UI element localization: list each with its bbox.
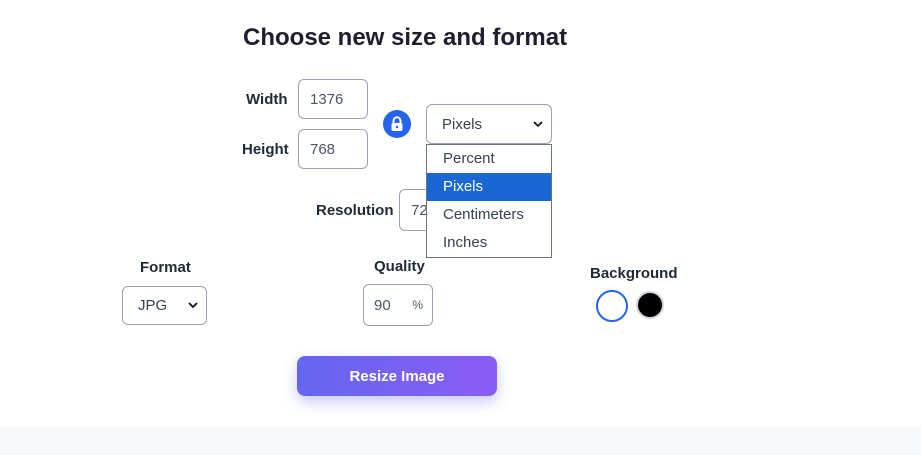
quality-unit: % — [412, 298, 423, 312]
aspect-lock-toggle[interactable] — [383, 110, 411, 138]
width-label: Width — [246, 91, 288, 108]
background-swatch-black[interactable] — [636, 291, 664, 319]
height-input[interactable]: 768 — [298, 129, 368, 169]
chevron-down-icon — [188, 302, 198, 309]
quality-label: Quality — [374, 258, 425, 275]
background-swatch-white[interactable] — [596, 290, 628, 322]
unit-option-pixels[interactable]: Pixels — [427, 173, 551, 201]
unit-option-percent[interactable]: Percent — [427, 145, 551, 173]
format-label: Format — [140, 259, 191, 276]
unit-option-inches[interactable]: Inches — [427, 229, 551, 257]
quality-input[interactable]: 90 % — [363, 284, 433, 326]
page-footer — [0, 426, 921, 455]
unit-option-centimeters[interactable]: Centimeters — [427, 201, 551, 229]
lock-icon — [391, 116, 403, 131]
quality-value: 90 — [374, 296, 391, 314]
resolution-label: Resolution — [316, 202, 394, 219]
height-label: Height — [242, 141, 289, 158]
format-select[interactable]: JPG — [122, 286, 207, 325]
unit-dropdown-list: Percent Pixels Centimeters Inches — [426, 144, 552, 258]
unit-select-value: Pixels — [442, 115, 483, 133]
chevron-down-icon — [533, 120, 543, 127]
format-select-value: JPG — [138, 297, 168, 314]
background-label: Background — [590, 265, 678, 282]
resize-image-button[interactable]: Resize Image — [297, 356, 497, 396]
page-title: Choose new size and format — [243, 24, 568, 51]
unit-select[interactable]: Pixels — [426, 104, 552, 144]
width-input[interactable]: 1376 — [298, 79, 368, 119]
